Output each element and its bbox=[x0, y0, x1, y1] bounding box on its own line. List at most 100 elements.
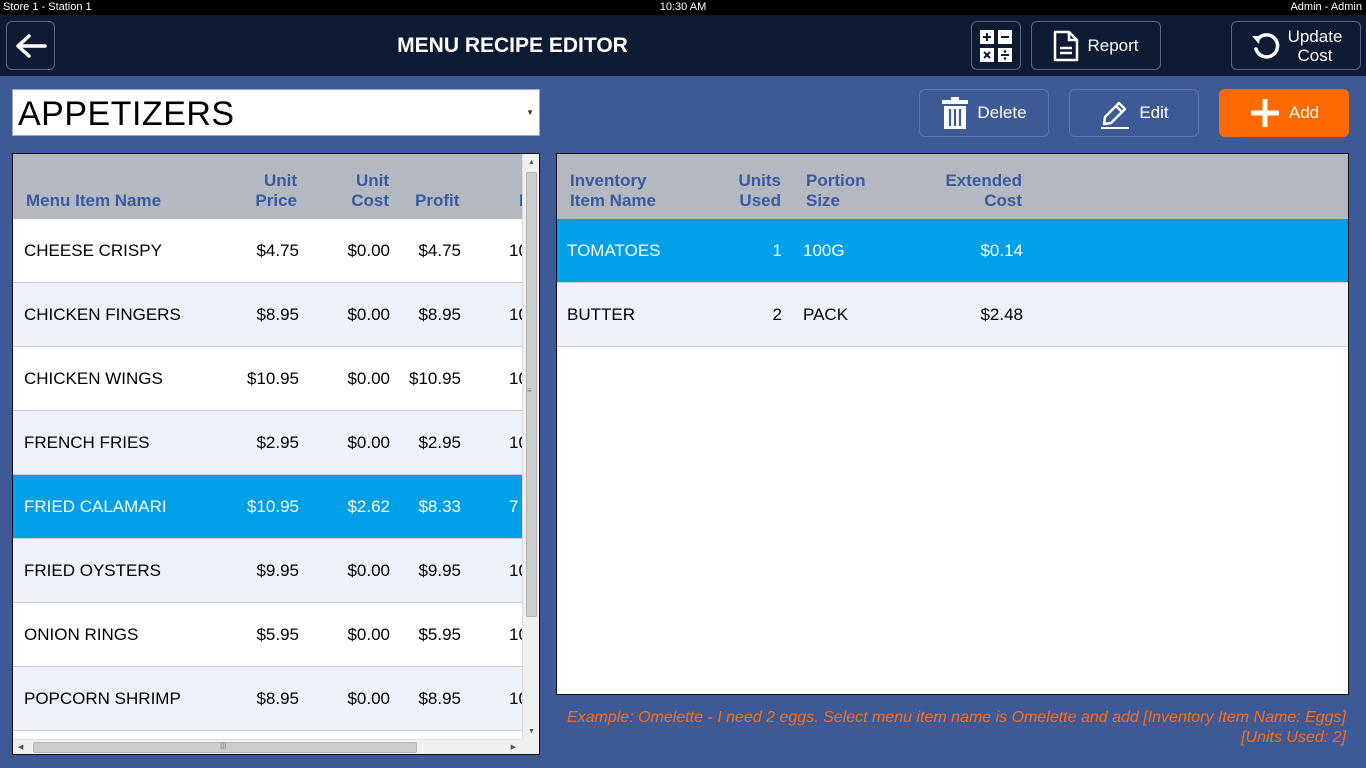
cell-unit-price: $8.95 bbox=[256, 689, 299, 708]
delete-button[interactable]: Delete bbox=[919, 89, 1049, 137]
cell-unit-cost: $0.00 bbox=[347, 689, 390, 708]
cell-extended-cost: $2.48 bbox=[980, 305, 1023, 324]
cell-unit-cost: $0.00 bbox=[347, 241, 390, 260]
table-row[interactable]: ONION RINGS $5.95 $0.00 $5.95 10 bbox=[13, 603, 528, 667]
header-bar: MENU RECIPE EDITOR Report Update Cost bbox=[0, 15, 1366, 76]
cell-profit: $8.95 bbox=[418, 305, 461, 324]
scroll-down-icon[interactable]: ▼ bbox=[528, 728, 535, 735]
trash-icon bbox=[942, 97, 969, 129]
table-row[interactable]: BUTTER 2 PACK $2.48 bbox=[557, 283, 1348, 347]
col-extended-cost[interactable]: Extended Cost bbox=[927, 171, 1022, 211]
dropdown-arrow-icon[interactable]: ▼ bbox=[526, 108, 534, 117]
table-row[interactable]: FRIED OYSTERS $9.95 $0.00 $9.95 10 bbox=[13, 539, 528, 603]
col-extended-line2: Cost bbox=[984, 191, 1022, 210]
update-cost-button[interactable]: Update Cost bbox=[1231, 21, 1361, 70]
cell-unit-price: $10.95 bbox=[247, 369, 299, 388]
update-cost-line2: Cost bbox=[1297, 45, 1333, 65]
cell-item-name: CHEESE CRISPY bbox=[24, 241, 162, 260]
cell-profit: $8.95 bbox=[418, 689, 461, 708]
col-unit-cost-line1: Unit bbox=[355, 171, 389, 190]
cell-item-name: FRENCH FRIES bbox=[24, 433, 150, 452]
scroll-up-icon[interactable]: ▲ bbox=[528, 159, 535, 166]
table-row[interactable]: TOMATOES 1 100G $0.14 bbox=[557, 219, 1348, 283]
calculator-button[interactable] bbox=[971, 21, 1021, 70]
scroll-right-icon[interactable]: ▶ bbox=[511, 743, 516, 751]
table-row[interactable]: FRIED CALAMARI $10.95 $2.62 $8.33 7 bbox=[13, 475, 522, 539]
add-button[interactable]: Add bbox=[1219, 89, 1349, 137]
edit-button[interactable]: Edit bbox=[1069, 89, 1199, 137]
scroll-corner bbox=[522, 739, 539, 754]
category-value: APPETIZERS bbox=[18, 95, 235, 133]
col-inventory-item-name[interactable]: Inventory Item Name bbox=[570, 171, 656, 211]
menu-items-table: Menu Item Name Unit Price Unit Cost Prof… bbox=[12, 153, 540, 755]
col-inventory-line1: Inventory bbox=[570, 171, 647, 190]
cell-profit: $9.95 bbox=[418, 561, 461, 580]
grip-icon: ≡ bbox=[527, 386, 532, 395]
cell-profit: $10.95 bbox=[409, 369, 461, 388]
pencil-icon bbox=[1101, 101, 1130, 129]
report-button[interactable]: Report bbox=[1031, 21, 1161, 70]
cell-item-name: POPCORN SHRIMP bbox=[24, 689, 181, 708]
update-cost-line1: Update bbox=[1287, 26, 1343, 46]
cell-unit-cost: $0.00 bbox=[347, 433, 390, 452]
user-label: Admin - Admin bbox=[1290, 1, 1362, 13]
col-unit-price-line2: Price bbox=[255, 191, 297, 210]
recipe-table-header: Inventory Item Name Units Used Portion S… bbox=[557, 154, 1348, 219]
cell-unit-price: $9.95 bbox=[256, 561, 299, 580]
horizontal-scrollbar[interactable]: ◀ ||| ▶ bbox=[13, 739, 522, 754]
cell-item-name: CHICKEN WINGS bbox=[24, 369, 163, 388]
recipe-ingredients-table: Inventory Item Name Units Used Portion S… bbox=[556, 153, 1349, 695]
cell-profit: $4.75 bbox=[418, 241, 461, 260]
calculator-icon bbox=[980, 29, 1012, 62]
hint-line1: Example: Omelette - I need 2 eggs. Selec… bbox=[566, 709, 1346, 726]
cell-units-used: 2 bbox=[772, 305, 782, 324]
page-title: MENU RECIPE EDITOR bbox=[397, 34, 628, 57]
cell-units-used: 1 bbox=[772, 241, 782, 260]
table-row[interactable]: CHICKEN WINGS $10.95 $0.00 $10.95 10 bbox=[13, 347, 528, 411]
col-profit[interactable]: Profit bbox=[415, 191, 459, 211]
col-unit-price[interactable]: Unit Price bbox=[243, 171, 297, 211]
status-bar: Store 1 - Station 1 10:30 AM Admin - Adm… bbox=[0, 0, 1366, 15]
update-cost-label: Update Cost bbox=[1288, 27, 1343, 65]
edit-label: Edit bbox=[1139, 103, 1169, 122]
cell-item-name: ONION RINGS bbox=[24, 625, 139, 644]
col-unit-cost-line2: Cost bbox=[351, 191, 389, 210]
back-button[interactable] bbox=[6, 21, 55, 70]
cell-unit-cost: $0.00 bbox=[347, 305, 390, 324]
cell-unit-price: $5.95 bbox=[256, 625, 299, 644]
report-label: Report bbox=[1087, 35, 1139, 55]
cell-portion-size: PACK bbox=[803, 305, 849, 324]
cell-unit-price: $4.75 bbox=[256, 241, 299, 260]
cell-portion-size: 100G bbox=[803, 241, 845, 260]
col-portion-size[interactable]: Portion Size bbox=[806, 171, 866, 211]
cell-inventory-name: TOMATOES bbox=[567, 241, 661, 260]
col-units-line1: Units bbox=[738, 171, 782, 190]
vertical-scrollbar[interactable]: ▲ ≡ ▼ bbox=[522, 154, 539, 739]
cell-profit: $5.95 bbox=[418, 625, 461, 644]
clock: 10:30 AM bbox=[659, 1, 707, 13]
col-unit-price-line1: Unit bbox=[263, 171, 297, 190]
col-menu-item-name[interactable]: Menu Item Name bbox=[26, 191, 161, 211]
cell-profit: $8.33 bbox=[418, 497, 461, 516]
col-unit-cost[interactable]: Unit Cost bbox=[333, 171, 389, 211]
table-row[interactable]: POPCORN SHRIMP $8.95 $0.00 $8.95 10 bbox=[13, 667, 528, 731]
category-select[interactable]: APPETIZERS ▼ bbox=[12, 89, 540, 136]
cell-item-name: FRIED OYSTERS bbox=[24, 561, 161, 580]
document-icon bbox=[1054, 30, 1079, 61]
col-extended-line1: Extended bbox=[945, 171, 1022, 190]
table-row[interactable]: CHICKEN FINGERS $8.95 $0.00 $8.95 10 bbox=[13, 283, 528, 347]
menu-table-header: Menu Item Name Unit Price Unit Cost Prof… bbox=[13, 154, 533, 219]
grip-horizontal-icon: ||| bbox=[220, 741, 227, 750]
cell-item-name: CHICKEN FINGERS bbox=[24, 305, 181, 324]
table-row[interactable]: FRENCH FRIES $2.95 $0.00 $2.95 10 bbox=[13, 411, 528, 475]
col-units-used[interactable]: Units Used bbox=[727, 171, 782, 211]
cell-profit: $2.95 bbox=[418, 433, 461, 452]
cell-unit-price: $10.95 bbox=[247, 497, 299, 516]
example-hint: Example: Omelette - I need 2 eggs. Selec… bbox=[556, 708, 1346, 748]
arrow-left-icon bbox=[15, 33, 47, 58]
scroll-left-icon[interactable]: ◀ bbox=[18, 743, 23, 751]
cell-unit-cost: $0.00 bbox=[347, 625, 390, 644]
cell-extended-cost: $0.14 bbox=[980, 241, 1023, 260]
table-row[interactable]: CHEESE CRISPY $4.75 $0.00 $4.75 10 bbox=[13, 219, 528, 283]
plus-icon bbox=[1250, 99, 1279, 127]
